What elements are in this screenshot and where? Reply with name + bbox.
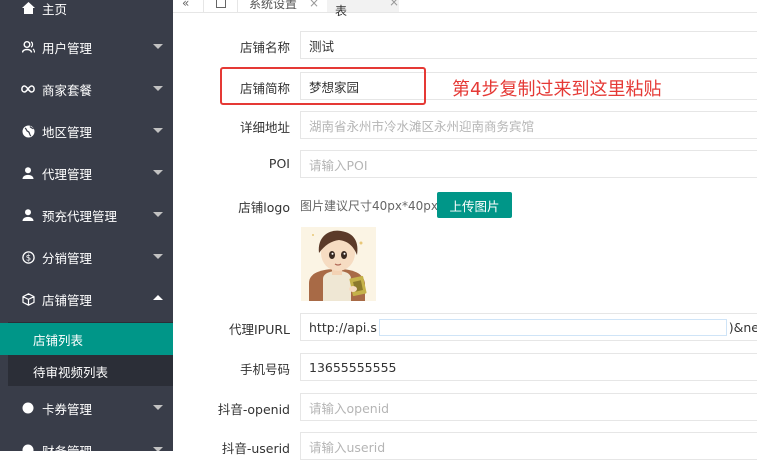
sidebar-item-coupons[interactable]: 卡券管理	[0, 387, 173, 429]
tab-divider	[237, 0, 238, 12]
dollar-circle-icon: $	[21, 250, 35, 264]
sidebar-item-label: 主页	[42, 1, 68, 17]
label-address: 详细地址	[239, 120, 290, 135]
sidebar-item-label: 商家套餐	[42, 82, 93, 98]
annotation-text: 第4步复制过来到这里粘贴	[452, 79, 662, 100]
tab-bar: « 系统设置 × 店铺列表 ×	[173, 0, 757, 18]
circle-icon	[21, 443, 35, 451]
sidebar-item-label: 卡券管理	[42, 401, 93, 417]
label-proxy-ip-url: 代理IPURL	[228, 322, 290, 337]
sidebar-item-label: 用户管理	[42, 40, 93, 56]
sidebar-item-users[interactable]: 用户管理	[0, 26, 173, 68]
logo-size-hint: 图片建议尺寸40px*40px	[300, 199, 438, 213]
label-poi: POI	[268, 156, 290, 171]
collapse-tabs-button[interactable]: «	[182, 0, 189, 12]
sidebar-item-label: 店铺管理	[42, 292, 93, 308]
chevron-down-icon	[153, 212, 163, 217]
sidebar-subitem-label: 店铺列表	[33, 332, 84, 348]
label-store-short-name: 店铺简称	[239, 81, 290, 96]
sidebar-item-label: 分销管理	[42, 250, 93, 266]
tab-divider	[203, 0, 204, 12]
address-input[interactable]: 湖南省永州市冷水滩区永州迎南商务宾馆	[300, 111, 757, 139]
sidebar-item-label: 地区管理	[42, 124, 93, 140]
sidebar-item-prepaid-agents[interactable]: 预充代理管理	[0, 194, 173, 236]
store-name-input[interactable]: 测试	[300, 31, 757, 59]
tab-label: 系统设置	[249, 0, 298, 11]
sidebar-item-stores[interactable]: 店铺管理	[0, 278, 173, 320]
close-icon[interactable]: ×	[309, 0, 319, 10]
label-douyin-userid: 抖音-userid	[221, 441, 290, 456]
chevron-down-icon	[153, 44, 163, 49]
douyin-userid-input[interactable]: 请输入userid	[300, 432, 757, 460]
sidebar-item-regions[interactable]: 地区管理	[0, 110, 173, 152]
douyin-openid-input[interactable]: 请输入openid	[300, 393, 757, 421]
sidebar-subitem-store-list[interactable]: 店铺列表	[0, 323, 173, 355]
sidebar-item-home[interactable]: 主页	[0, 0, 173, 29]
user-group-icon	[21, 40, 35, 54]
sidebar: 主页 用户管理 商家套餐 地区管理 代理管理 预充代理管理 $ 分销管理 店铺管…	[0, 0, 173, 451]
chevron-down-icon	[153, 170, 163, 175]
proxy-url-value-start: http://api.s	[309, 319, 377, 335]
store-logo-image[interactable]	[301, 227, 376, 301]
cube-icon	[21, 292, 35, 306]
proxy-url-value-end: )&ne	[728, 319, 757, 335]
user-icon	[21, 166, 35, 180]
redacted-block	[378, 318, 727, 336]
sidebar-submenu-stores: 店铺列表 待审视频列表	[0, 322, 173, 386]
label-douyin-openid: 抖音-openid	[217, 402, 290, 417]
globe-icon	[21, 124, 35, 138]
sidebar-subitem-label: 待审视频列表	[33, 364, 109, 380]
sidebar-item-label: 财务管理	[42, 443, 93, 452]
sidebar-item-finance[interactable]: 财务管理	[0, 429, 173, 451]
chevron-down-icon	[153, 447, 163, 451]
label-phone: 手机号码	[239, 362, 290, 377]
sidebar-item-agents[interactable]: 代理管理	[0, 152, 173, 194]
tab-store-list[interactable]: 店铺列表 ×	[327, 0, 399, 18]
sidebar-subitem-pending-videos[interactable]: 待审视频列表	[0, 355, 173, 387]
close-icon[interactable]: ×	[389, 0, 399, 9]
poi-input[interactable]: 请输入POI	[300, 150, 757, 178]
tab-system-settings[interactable]: 系统设置 ×	[249, 0, 319, 12]
chevron-down-icon	[153, 254, 163, 259]
sidebar-item-label: 代理管理	[42, 166, 93, 182]
sidebar-item-distribution[interactable]: $ 分销管理	[0, 236, 173, 278]
chevron-down-icon	[153, 128, 163, 133]
sidebar-item-packages[interactable]: 商家套餐	[0, 68, 173, 110]
home-icon	[21, 1, 35, 15]
user-icon	[21, 208, 35, 222]
label-store-name: 店铺名称	[239, 40, 290, 55]
svg-text:$: $	[25, 253, 30, 263]
sidebar-item-label: 预充代理管理	[42, 208, 118, 224]
chevron-down-icon	[153, 86, 163, 91]
tab-label: 店铺列表	[335, 0, 371, 18]
chevron-down-icon	[153, 405, 163, 410]
label-store-logo: 店铺logo	[238, 200, 290, 215]
circle-icon	[21, 401, 35, 415]
phone-input[interactable]: 13655555555	[300, 353, 757, 381]
chevron-up-icon	[153, 295, 163, 300]
proxy-ip-url-input[interactable]: http://api.s )&ne	[300, 313, 757, 341]
upload-image-button[interactable]: 上传图片	[437, 192, 512, 218]
infinity-icon	[21, 82, 35, 96]
home-tab-icon[interactable]	[216, 0, 226, 12]
